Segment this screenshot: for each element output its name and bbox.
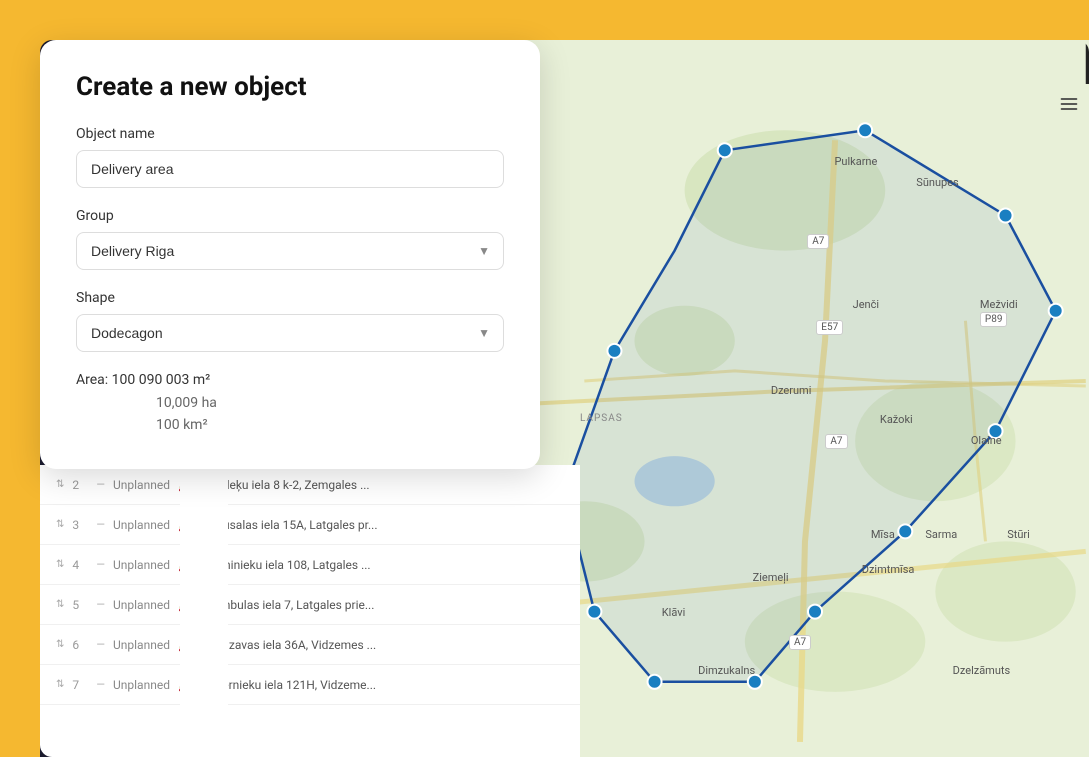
route-dash: — [96, 518, 105, 531]
route-dash: — [96, 558, 105, 571]
group-select[interactable]: Delivery Riga [76, 232, 504, 270]
sort-arrows: ⇅ [56, 639, 64, 650]
route-status: Unplanned [113, 558, 170, 572]
route-item-5[interactable]: ⇅ 5 — Unplanned 🚚 Rumbulas iela 7, Latga… [40, 585, 580, 625]
object-name-input[interactable] [76, 150, 504, 188]
route-status: Unplanned [113, 598, 170, 612]
route-status: Unplanned [113, 518, 170, 532]
group-select-wrapper: Delivery Riga ▼ [76, 232, 504, 270]
route-item-6[interactable]: ⇅ 6 — Unplanned 🚚 Dzelzavas iela 36A, Vi… [40, 625, 580, 665]
route-item-7[interactable]: ⇅ 7 — Unplanned 🚚 Bikernieku iela 121H, … [40, 665, 580, 705]
route-number: 5 [72, 598, 88, 612]
route-status: Unplanned [113, 478, 170, 492]
sort-arrows: ⇅ [56, 519, 64, 530]
sort-arrows: ⇅ [56, 679, 64, 690]
route-address: Kojusalas iela 15A, Latgales pr... [206, 518, 378, 532]
object-name-label: Object name [76, 126, 504, 142]
shape-select[interactable]: Dodecagon [76, 314, 504, 352]
route-number: 3 [72, 518, 88, 532]
area-ha-value: 10,009 ha [76, 392, 504, 414]
modal-title: Create a new object [76, 72, 504, 102]
area-info: Area: 100 090 003 m² 10,009 ha 100 km² [76, 372, 504, 437]
sort-arrows: ⇅ [56, 479, 64, 490]
sort-arrows: ⇅ [56, 599, 64, 610]
route-address: Dzelzavas iela 36A, Vidzemes ... [206, 638, 376, 652]
route-status: Unplanned [113, 678, 170, 692]
route-address: Rumbulas iela 7, Latgales prie... [206, 598, 375, 612]
map-menu-icon[interactable] [1059, 94, 1079, 119]
route-address: Valdeķu iela 8 k-2, Zemgales ... [206, 478, 370, 492]
route-address: Bikernieku iela 121H, Vidzeme... [206, 678, 376, 692]
route-number: 7 [72, 678, 88, 692]
shape-label: Shape [76, 290, 504, 306]
route-item-2[interactable]: ⇅ 2 — Unplanned 🚚 Valdeķu iela 8 k-2, Ze… [40, 465, 580, 505]
route-address: Bruņinieku iela 108, Latgales ... [206, 558, 371, 572]
route-item-3[interactable]: ⇅ 3 — Unplanned 🚚 Kojusalas iela 15A, La… [40, 505, 580, 545]
route-dash: — [96, 598, 105, 611]
route-number: 2 [72, 478, 88, 492]
route-number: 4 [72, 558, 88, 572]
route-list: ⇅ 2 — Unplanned 🚚 Valdeķu iela 8 k-2, Ze… [40, 465, 580, 757]
route-dash: — [96, 678, 105, 691]
create-object-modal: Create a new object Object name Group De… [40, 40, 540, 469]
route-item-4[interactable]: ⇅ 4 — Unplanned 🚚 Bruņinieku iela 108, L… [40, 545, 580, 585]
route-number: 6 [72, 638, 88, 652]
area-main-value: Area: 100 090 003 m² [76, 372, 504, 388]
group-label: Group [76, 208, 504, 224]
route-dash: — [96, 478, 105, 491]
route-status: Unplanned [113, 638, 170, 652]
route-dash: — [96, 638, 105, 651]
sort-arrows: ⇅ [56, 559, 64, 570]
area-km-value: 100 km² [76, 414, 504, 436]
shape-select-wrapper: Dodecagon ▼ [76, 314, 504, 352]
